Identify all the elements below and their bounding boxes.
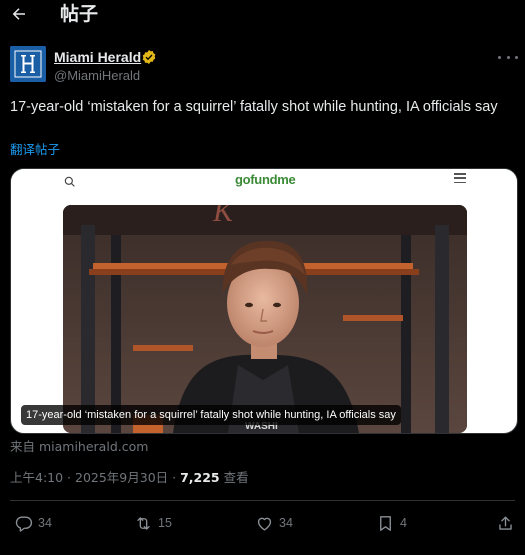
verified-badge-icon [142,50,156,64]
post: Miami Herald @MiamiHerald 17-year-old ‘m… [0,34,525,555]
reply-button[interactable]: 34 [14,510,52,536]
author-handle[interactable]: @MiamiHerald [54,67,140,84]
action-bar: 34 15 34 4 [0,510,525,536]
repost-count: 15 [158,516,172,530]
post-text: 17-year-old ‘mistaken for a squirrel’ fa… [10,99,498,115]
post-time[interactable]: 上午4:10 [10,470,63,485]
reply-count: 34 [38,516,52,530]
author-name[interactable]: Miami Herald [54,48,141,66]
page-title: 帖子 [60,3,99,25]
arrow-left-icon [12,8,25,20]
repost-button[interactable]: 15 [134,510,172,536]
link-card[interactable]: gofundme K WASHI 17-year-old ‘mistaken f… [10,168,518,434]
back-button[interactable] [8,3,30,25]
views-label: 查看 [223,470,249,485]
miami-herald-logo-icon [10,46,46,82]
svg-text:K: K [212,205,235,228]
dot-icon [498,55,501,59]
hamburger-menu-icon [454,173,466,183]
views-count: 7,225 [180,470,220,485]
like-button[interactable]: 34 [255,510,293,536]
share-button[interactable] [496,510,515,536]
card-source-link[interactable]: 来自 miamiherald.com [10,439,148,455]
bookmark-count: 4 [400,516,407,530]
heart-icon [257,517,272,531]
meta-separator: · [63,470,75,485]
bookmark-button[interactable]: 4 [376,510,407,536]
site-logo: gofundme [235,172,296,187]
meta-separator: · [168,470,181,485]
top-bar: 帖子 [0,0,525,34]
repost-icon [137,516,150,530]
dot-icon [515,55,518,59]
card-site-header: gofundme [11,169,517,197]
hunter-portrait-image: K WASHI [63,205,467,433]
more-options-button[interactable] [498,50,518,64]
divider [10,500,515,501]
avatar[interactable] [10,46,46,82]
dot-icon [506,55,510,59]
bookmark-icon [380,515,391,531]
article-photo: K WASHI [63,205,467,433]
search-icon [64,176,75,187]
post-date[interactable]: 2025年9月30日 [75,470,168,485]
card-caption: 17-year-old ‘mistaken for a squirrel’ fa… [21,405,401,425]
share-icon [499,515,512,530]
like-count: 34 [279,516,293,530]
post-meta: 上午4:10 · 2025年9月30日 · 7,225 查看 [10,470,249,486]
translate-post-link[interactable]: 翻译帖子 [10,142,60,158]
reply-icon [15,515,33,532]
